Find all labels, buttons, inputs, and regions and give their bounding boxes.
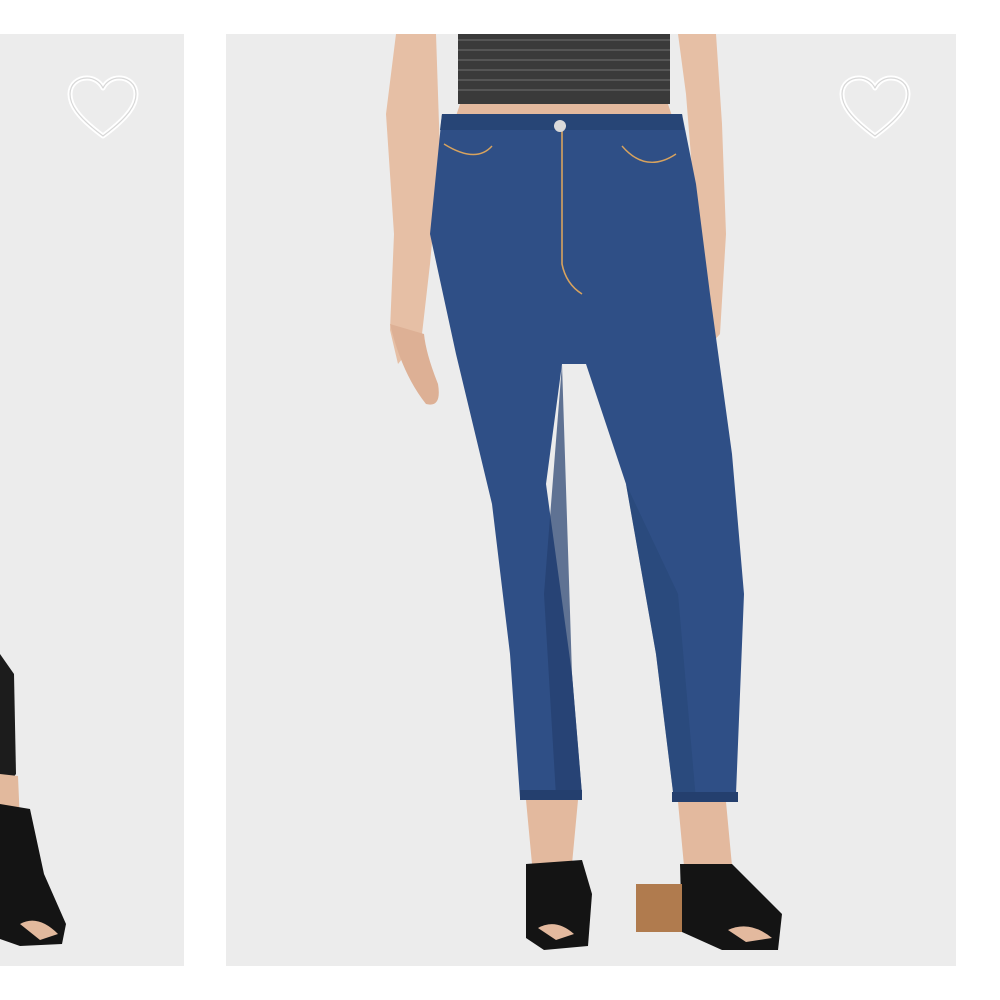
product-image-jeans[interactable] <box>226 34 956 966</box>
favorite-heart-icon[interactable] <box>838 74 912 142</box>
product-gallery <box>0 0 1000 1000</box>
favorite-heart-icon[interactable] <box>66 74 140 142</box>
product-card-current[interactable] <box>226 34 956 966</box>
product-card-previous[interactable] <box>0 34 184 966</box>
product-image-previous[interactable] <box>0 34 184 966</box>
